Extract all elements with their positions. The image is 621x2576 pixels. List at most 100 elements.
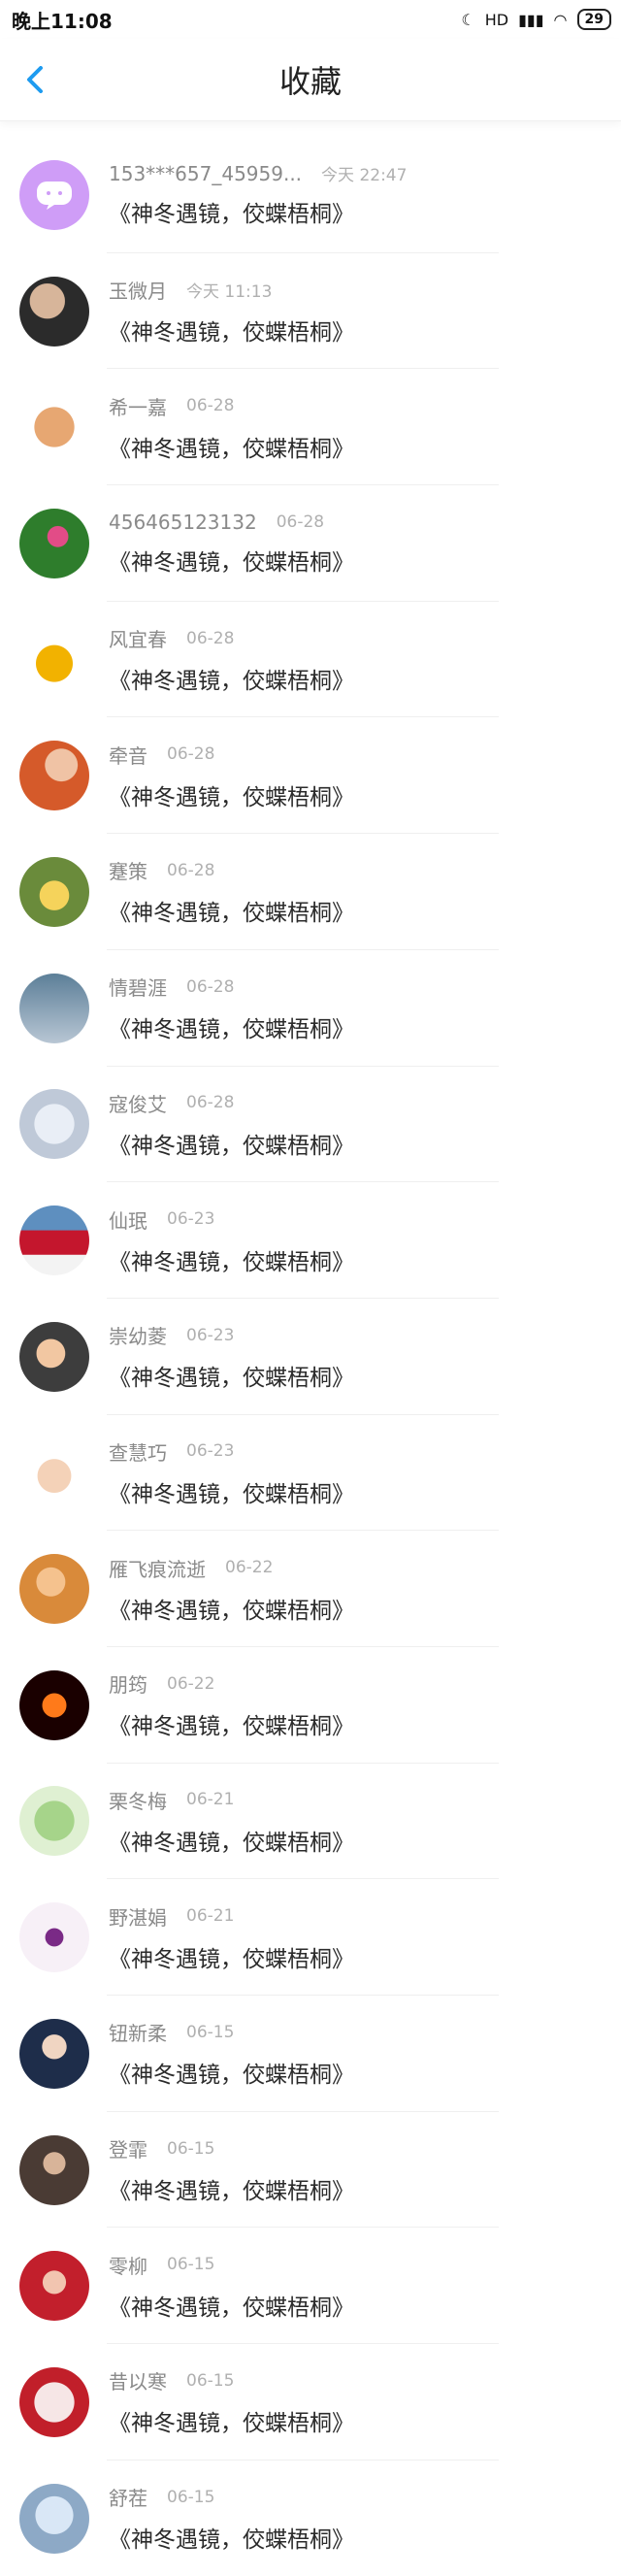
avatar [19, 2018, 89, 2089]
item-time: 06-28 [186, 976, 235, 997]
item-time: 06-28 [186, 396, 235, 416]
list-item[interactable]: 153***657_45959... 今天 22:47 《神冬遇镜，佼蝶梧桐》 [0, 137, 621, 253]
item-text: 《神冬遇镜，佼蝶梧桐》 [109, 320, 354, 347]
avatar [19, 1437, 89, 1508]
list-item[interactable]: 玉微月 今天 11:13 《神冬遇镜，佼蝶梧桐》 [0, 253, 621, 370]
item-time: 06-15 [167, 2255, 215, 2275]
list-item[interactable]: 昔以寒 06-15 《神冬遇镜，佼蝶梧桐》 [0, 2344, 621, 2460]
list-item[interactable]: 456465123132 06-28 《神冬遇镜，佼蝶梧桐》 [0, 485, 621, 602]
list-item[interactable]: 雁飞痕流逝 06-22 《神冬遇镜，佼蝶梧桐》 [0, 1531, 621, 1647]
item-content: 153***657_45959... 今天 22:47 《神冬遇镜，佼蝶梧桐》 [109, 161, 621, 228]
list-item[interactable]: 零柳 06-15 《神冬遇镜，佼蝶梧桐》 [0, 2228, 621, 2345]
status-time: 晚上11:08 [12, 9, 113, 33]
item-name: 风宜春 [109, 628, 167, 652]
item-content: 栗冬梅 06-21 《神冬遇镜，佼蝶梧桐》 [109, 1786, 621, 1857]
list-item[interactable]: 登霏 06-15 《神冬遇镜，佼蝶梧桐》 [0, 2112, 621, 2229]
item-name: 舒茬 [109, 2487, 147, 2511]
item-name: 玉微月 [109, 280, 167, 304]
item-content: 舒茬 06-15 《神冬遇镜，佼蝶梧桐》 [109, 2483, 621, 2554]
avatar [19, 1786, 89, 1857]
item-meta: 寇俊艾 06-28 [109, 1089, 621, 1117]
item-content: 昔以寒 06-15 《神冬遇镜，佼蝶梧桐》 [109, 2366, 621, 2437]
hd-icon: HD [484, 10, 509, 29]
avatar [19, 1669, 89, 1740]
item-text: 《神冬遇镜，佼蝶梧桐》 [109, 1598, 354, 1624]
item-name: 查慧巧 [109, 1440, 167, 1465]
list-item[interactable]: 钮新柔 06-15 《神冬遇镜，佼蝶梧桐》 [0, 1996, 621, 2112]
list-item[interactable]: 野湛娟 06-21 《神冬遇镜，佼蝶梧桐》 [0, 1879, 621, 1996]
list-item[interactable]: 栗冬梅 06-21 《神冬遇镜，佼蝶梧桐》 [0, 1764, 621, 1880]
item-meta: 153***657_45959... 今天 22:47 [109, 161, 621, 186]
item-time: 06-23 [186, 1325, 235, 1345]
list-item[interactable]: 崇幼菱 06-23 《神冬遇镜，佼蝶梧桐》 [0, 1299, 621, 1415]
item-content: 登霏 06-15 《神冬遇镜，佼蝶梧桐》 [109, 2134, 621, 2205]
list-item[interactable]: 希一嘉 06-28 《神冬遇镜，佼蝶梧桐》 [0, 369, 621, 486]
back-button[interactable] [19, 63, 52, 96]
item-name: 登霏 [109, 2138, 147, 2163]
list-item[interactable]: 仙珉 06-23 《神冬遇镜，佼蝶梧桐》 [0, 1182, 621, 1299]
item-meta: 蹇策 06-28 [109, 856, 621, 884]
item-content: 风宜春 06-28 《神冬遇镜，佼蝶梧桐》 [109, 624, 621, 695]
item-name: 朋筠 [109, 1673, 147, 1698]
list-item[interactable]: 情碧涯 06-28 《神冬遇镜，佼蝶梧桐》 [0, 950, 621, 1067]
item-name: 雁飞痕流逝 [109, 1557, 206, 1581]
avatar [19, 973, 89, 1043]
avatar [19, 856, 89, 927]
item-time: 06-21 [186, 1906, 235, 1927]
item-time: 06-15 [186, 2370, 235, 2391]
item-time: 06-22 [167, 1673, 215, 1694]
status-bar: 晚上11:08 ☾ HD ▮▮▮ ◠ 29 [0, 0, 621, 39]
item-text: 《神冬遇镜，佼蝶梧桐》 [109, 436, 354, 462]
page-title: 收藏 [278, 63, 342, 100]
item-text: 《神冬遇镜，佼蝶梧桐》 [109, 1366, 354, 1392]
wifi-icon: ◠ [553, 10, 568, 29]
list-item[interactable]: 蹇策 06-28 《神冬遇镜，佼蝶梧桐》 [0, 834, 621, 950]
item-meta: 登霏 06-15 [109, 2134, 621, 2163]
item-content: 456465123132 06-28 《神冬遇镜，佼蝶梧桐》 [109, 511, 621, 577]
item-content: 玉微月 今天 11:13 《神冬遇镜，佼蝶梧桐》 [109, 276, 621, 347]
avatar [19, 392, 89, 463]
item-name: 寇俊艾 [109, 1092, 167, 1116]
item-time: 06-22 [225, 1558, 274, 1578]
item-content: 崇幼菱 06-23 《神冬遇镜，佼蝶梧桐》 [109, 1321, 621, 1392]
chat-bubble-icon [37, 181, 72, 210]
item-time: 06-28 [186, 628, 235, 648]
item-meta: 仙珉 06-23 [109, 1205, 621, 1234]
item-time: 06-28 [186, 1093, 235, 1113]
item-content: 仙珉 06-23 《神冬遇镜，佼蝶梧桐》 [109, 1205, 621, 1276]
item-text: 《神冬遇镜，佼蝶梧桐》 [109, 549, 354, 576]
item-name: 仙珉 [109, 1208, 147, 1233]
list-item[interactable]: 风宜春 06-28 《神冬遇镜，佼蝶梧桐》 [0, 602, 621, 718]
moon-icon: ☾ [461, 10, 475, 29]
avatar [19, 741, 89, 811]
item-time: 06-15 [167, 2138, 215, 2159]
item-meta: 舒茬 06-15 [109, 2483, 621, 2511]
list-item[interactable]: 牵音 06-28 《神冬遇镜，佼蝶梧桐》 [0, 717, 621, 835]
list-item[interactable]: 寇俊艾 06-28 《神冬遇镜，佼蝶梧桐》 [0, 1067, 621, 1183]
signal-icon: ▮▮▮ [518, 10, 544, 29]
item-meta: 查慧巧 06-23 [109, 1437, 621, 1466]
item-text: 《神冬遇镜，佼蝶梧桐》 [109, 669, 354, 695]
item-time: 今天 22:47 [321, 166, 408, 186]
avatar [19, 159, 89, 230]
item-meta: 零柳 06-15 [109, 2251, 621, 2279]
item-content: 雁飞痕流逝 06-22 《神冬遇镜，佼蝶梧桐》 [109, 1554, 621, 1625]
battery-icon: 29 [576, 9, 611, 30]
list-item[interactable]: 查慧巧 06-23 《神冬遇镜，佼蝶梧桐》 [0, 1415, 621, 1532]
favorites-list: 153***657_45959... 今天 22:47 《神冬遇镜，佼蝶梧桐》 … [0, 137, 621, 2576]
status-icons: ☾ HD ▮▮▮ ◠ 29 [461, 9, 611, 30]
item-content: 情碧涯 06-28 《神冬遇镜，佼蝶梧桐》 [109, 973, 621, 1043]
item-content: 查慧巧 06-23 《神冬遇镜，佼蝶梧桐》 [109, 1437, 621, 1508]
item-time: 06-28 [167, 860, 215, 880]
item-time: 06-15 [186, 2022, 235, 2042]
list-item[interactable]: 舒茬 06-15 《神冬遇镜，佼蝶梧桐》 [0, 2460, 621, 2576]
item-time: 06-21 [186, 1790, 235, 1810]
item-name: 野湛娟 [109, 1905, 167, 1930]
item-text: 《神冬遇镜，佼蝶梧桐》 [109, 202, 354, 228]
list-item[interactable]: 朋筠 06-22 《神冬遇镜，佼蝶梧桐》 [0, 1647, 621, 1764]
item-name: 情碧涯 [109, 976, 167, 1001]
back-arrow-icon [27, 66, 43, 93]
item-name: 456465123132 [109, 510, 257, 534]
item-meta: 玉微月 今天 11:13 [109, 276, 621, 304]
avatar [19, 2483, 89, 2554]
